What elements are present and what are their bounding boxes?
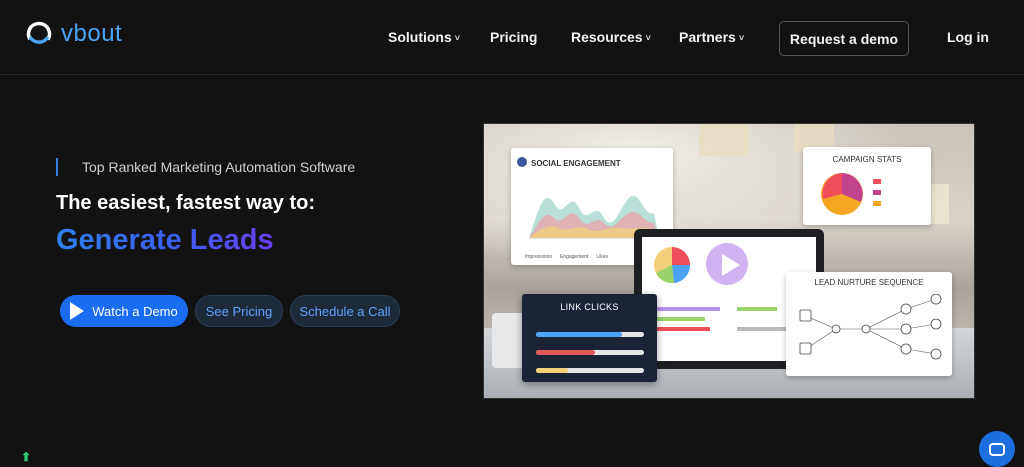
nav-partners-label: Partners bbox=[679, 29, 736, 45]
hero-eyebrow: Top Ranked Marketing Automation Software bbox=[56, 158, 355, 176]
lead-nurture-flow bbox=[799, 294, 942, 360]
scroll-top-arrow-icon[interactable]: ⬆ bbox=[21, 450, 31, 464]
sticky-note bbox=[699, 124, 749, 156]
nav-solutions-label: Solutions bbox=[388, 29, 452, 45]
legend-likes: Likes bbox=[596, 254, 608, 260]
legend-engagement: Engagement bbox=[559, 254, 589, 260]
logo-text: vbout bbox=[61, 20, 123, 47]
lead-nurture-title: LEAD NURTURE SEQUENCE bbox=[814, 278, 924, 287]
nav-solutions[interactable]: Solutions ˅ bbox=[388, 29, 460, 45]
watch-demo-button[interactable]: Watch a Demo bbox=[60, 295, 188, 327]
chevron-down-icon: ˅ bbox=[645, 33, 651, 43]
facebook-icon bbox=[517, 156, 527, 167]
screen-bar bbox=[650, 317, 705, 321]
screen-bar bbox=[650, 327, 710, 331]
top-navigation: vbout Solutions ˅ Pricing Resources ˅ Pa… bbox=[0, 0, 1024, 75]
chevron-down-icon: ˅ bbox=[454, 33, 461, 43]
screen-bar bbox=[737, 307, 777, 311]
hero-highlight: Generate Leads bbox=[56, 224, 274, 256]
link-clicks-bar bbox=[536, 332, 644, 337]
play-icon bbox=[70, 302, 85, 320]
laptop-pie-chart bbox=[654, 247, 691, 284]
nav-resources[interactable]: Resources ˅ bbox=[571, 29, 651, 45]
logo-ring-icon bbox=[26, 21, 52, 47]
watch-demo-label: Watch a Demo bbox=[92, 303, 178, 319]
chat-bubble-icon bbox=[989, 442, 1005, 456]
lead-nurture-card: LEAD NURTURE SEQUENCE bbox=[786, 272, 952, 376]
link-clicks-card: LINK CLICKS bbox=[522, 294, 657, 382]
campaign-pie-chart bbox=[821, 173, 863, 215]
nav-pricing[interactable]: Pricing bbox=[490, 29, 537, 45]
hero-dashboard-image: SOCIAL ENGAGEMENT Impressions Engagement… bbox=[483, 123, 975, 399]
legend-swatch bbox=[873, 201, 881, 206]
link-clicks-bar bbox=[536, 350, 644, 355]
nav-pricing-label: Pricing bbox=[490, 29, 538, 45]
campaign-stats-card: CAMPAIGN STATS bbox=[803, 147, 931, 225]
link-clicks-title: LINK CLICKS bbox=[560, 302, 619, 312]
schedule-call-button[interactable]: Schedule a Call bbox=[290, 295, 400, 327]
link-clicks-bar bbox=[536, 368, 644, 373]
legend-impressions: Impressions bbox=[525, 254, 552, 260]
social-engagement-title: SOCIAL ENGAGEMENT bbox=[531, 159, 621, 168]
campaign-stats-title: CAMPAIGN STATS bbox=[832, 155, 902, 164]
link-clicks-fill bbox=[536, 332, 623, 337]
login-link[interactable]: Log in bbox=[947, 29, 989, 45]
see-pricing-button[interactable]: See Pricing bbox=[195, 295, 283, 327]
nav-partners[interactable]: Partners ˅ bbox=[679, 29, 744, 45]
nav-resources-label: Resources bbox=[571, 29, 643, 45]
screen-bar bbox=[650, 307, 720, 311]
link-clicks-fill bbox=[536, 368, 569, 373]
screen-bar bbox=[737, 327, 787, 331]
hero-headline: The easiest, fastest way to: bbox=[56, 192, 315, 214]
play-icon bbox=[722, 254, 740, 276]
chat-launcher-button[interactable] bbox=[979, 431, 1015, 467]
link-clicks-fill bbox=[536, 350, 596, 355]
request-demo-button[interactable]: Request a demo bbox=[779, 21, 909, 56]
social-legend: Impressions Engagement Likes bbox=[525, 254, 608, 260]
legend-swatch bbox=[873, 179, 881, 184]
chevron-down-icon: ˅ bbox=[738, 33, 745, 43]
vbout-logo[interactable]: vbout bbox=[25, 20, 122, 48]
legend-swatch bbox=[873, 190, 881, 195]
